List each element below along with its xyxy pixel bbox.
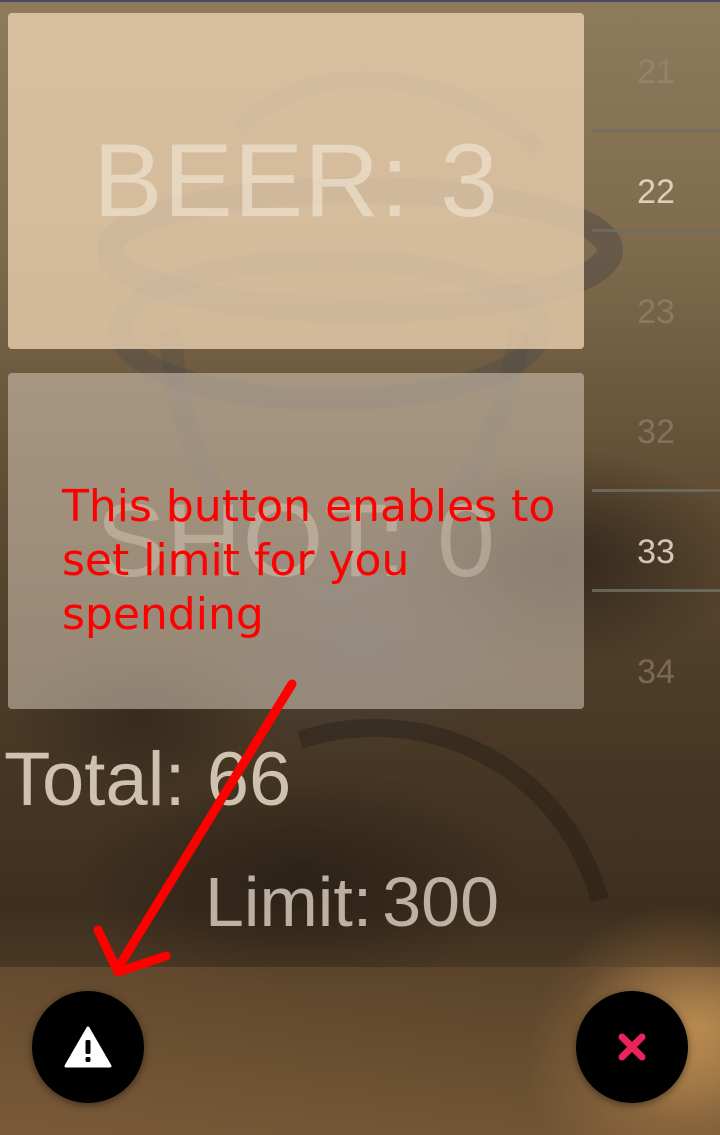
picker-divider xyxy=(592,589,720,592)
picker-divider xyxy=(592,229,720,232)
reset-button[interactable] xyxy=(576,991,688,1103)
picker-divider xyxy=(592,129,720,132)
picker-item-selected[interactable]: 22 xyxy=(592,132,720,252)
set-limit-button[interactable] xyxy=(32,991,144,1103)
picker-item[interactable]: 34 xyxy=(592,612,720,732)
picker-divider xyxy=(592,489,720,492)
status-line xyxy=(0,0,720,2)
shot-price-picker[interactable]: 32 33 34 xyxy=(592,372,720,732)
total-display: Total: 66 xyxy=(4,736,291,823)
limit-display: Limit: 300 xyxy=(205,862,499,942)
picker-item[interactable]: 21 xyxy=(592,12,720,132)
picker-item[interactable]: 32 xyxy=(592,372,720,492)
tutorial-annotation: This button enables to set limit for you… xyxy=(62,481,556,640)
limit-label: Limit: xyxy=(205,863,373,941)
picker-item-selected[interactable]: 33 xyxy=(592,492,720,612)
limit-value: 300 xyxy=(382,863,500,941)
close-icon xyxy=(618,1033,646,1061)
total-label: Total: xyxy=(4,737,186,822)
beer-counter-card[interactable]: BEER: 3 xyxy=(8,13,584,349)
total-value: 66 xyxy=(206,737,292,822)
warning-icon xyxy=(64,1026,112,1068)
beer-price-picker[interactable]: 21 22 23 xyxy=(592,12,720,372)
picker-item[interactable]: 23 xyxy=(592,252,720,372)
beer-count-label: BEER: 3 xyxy=(93,122,499,239)
